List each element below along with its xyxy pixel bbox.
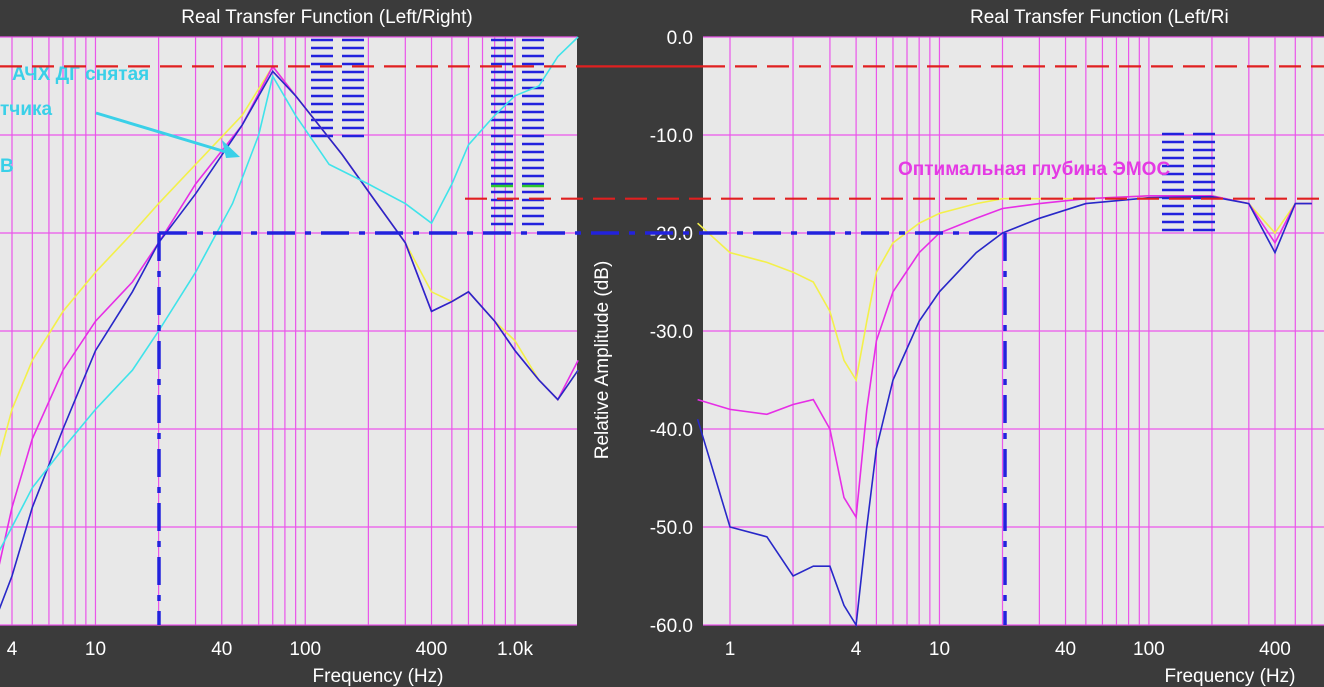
left-x-tick-label: 10 [85,639,106,660]
left-x-tick-label: 40 [211,639,232,660]
right-y-ticks: 0.0-10.0-20.0-30.0-40.0-50.0-60.0 [650,28,693,637]
right-x-tick-label: 4 [851,639,862,660]
transfer-function-figure: Real Transfer Function (Left/Right) 4 10 4… [0,0,1324,687]
right-y-axis-label: Relative Amplitude (dB) [592,261,613,460]
right-x-tick-label: 10 [929,639,950,660]
right-chart-title: Real Transfer Function (Left/Ri [970,7,1229,28]
right-x-axis-label: Frequency (Hz) [1165,666,1296,687]
left-x-axis-label: Frequency (Hz) [313,666,444,687]
left-x-tick-label: 100 [289,639,321,660]
right-y-tick-label: 0.0 [667,28,693,49]
right-y-tick-label: -40.0 [650,420,693,441]
chart-stage: Real Transfer Function (Left/Right) 4 10 4… [0,0,1324,687]
left-x-tick-label: 1.0k [497,639,533,660]
left-x-ticks: 4 10 40 100 400 1.0k [7,639,534,660]
left-chart-title: Real Transfer Function (Left/Right) [181,7,472,28]
right-y-tick-label: -10.0 [650,126,693,147]
right-y-tick-label: -60.0 [650,616,693,637]
right-x-tick-label: 40 [1055,639,1076,660]
right-y-tick-label: -30.0 [650,322,693,343]
left-x-tick-label: 4 [7,639,18,660]
right-y-tick-label: -50.0 [650,518,693,539]
right-x-tick-label: 1 [725,639,736,660]
left-x-tick-label: 400 [416,639,448,660]
left-annotation-line2: тчика [0,99,53,120]
right-x-tick-label: 400 [1259,639,1291,660]
left-annotation-line3: В [0,156,14,177]
right-x-tick-label: 100 [1133,639,1165,660]
right-annotation-optimal-depth: Оптимальная глубина ЭМОС [898,159,1170,180]
right-x-ticks: 1 4 10 40 100 400 [725,639,1291,660]
